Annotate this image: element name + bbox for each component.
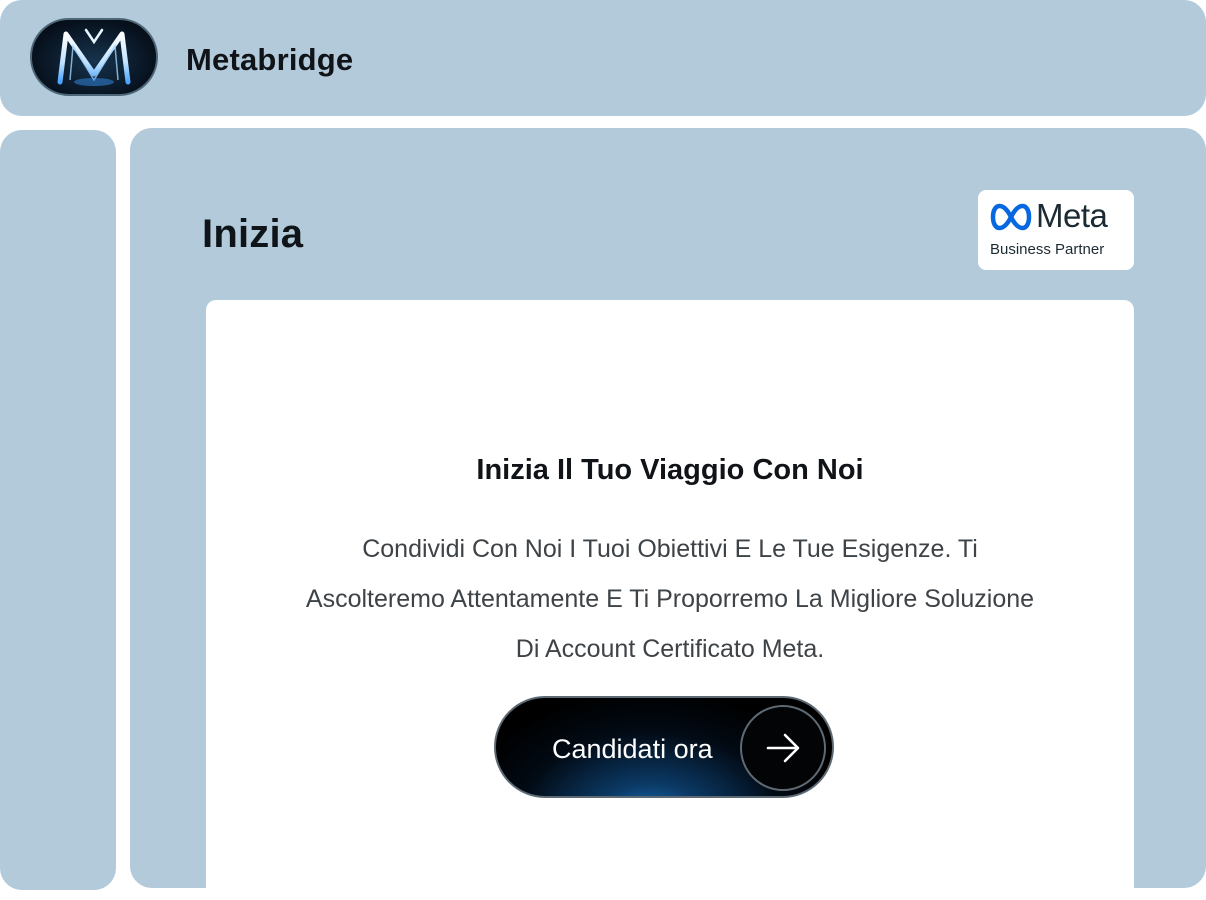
metabridge-m-logo-icon[interactable]: [30, 18, 158, 96]
meta-badge-subtitle: Business Partner: [990, 241, 1105, 258]
sidebar: [0, 130, 116, 890]
onboarding-card: Inizia Il Tuo Viaggio Con Noi Condividi …: [206, 300, 1134, 900]
card-title: Inizia Il Tuo Viaggio Con Noi: [476, 454, 864, 486]
page-title: Inizia: [202, 212, 304, 256]
top-header: Metabridge: [0, 0, 1206, 116]
meta-infinity-logo-icon: [990, 203, 1032, 231]
main-panel: Inizia Meta Business Partner Inizia Il T…: [130, 128, 1206, 900]
meta-business-partner-badge: Meta Business Partner: [978, 190, 1134, 270]
apply-now-label: Candidati ora: [552, 734, 713, 764]
apply-now-button[interactable]: Candidati ora: [494, 696, 834, 798]
meta-wordmark: Meta: [1036, 197, 1108, 234]
brand-name: Metabridge: [186, 42, 354, 77]
arrow-right-icon: [740, 705, 826, 791]
card-description: Condividi Con Noi I Tuoi Obiettivi E Le …: [305, 535, 1035, 663]
